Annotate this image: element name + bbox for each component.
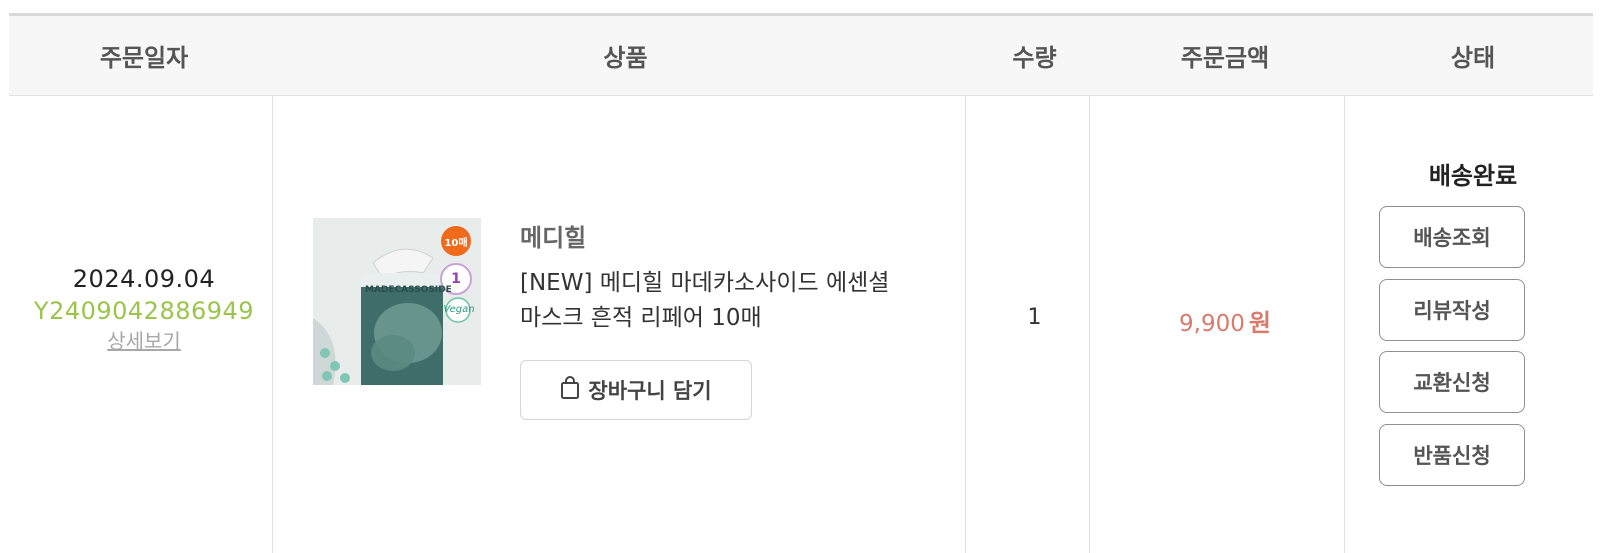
product-brand: 메디힐 bbox=[520, 224, 587, 252]
order-number: Y2409042886949 bbox=[33, 297, 255, 325]
quantity-value: 1 bbox=[1027, 305, 1042, 330]
header-quantity: 수량 bbox=[1012, 44, 1057, 72]
order-detail-link[interactable]: 상세보기 bbox=[9, 328, 279, 354]
product-badge-vegan: Vegan bbox=[443, 304, 475, 315]
write-review-button[interactable]: 리뷰작성 bbox=[1379, 279, 1525, 341]
track-delivery-button[interactable]: 배송조회 bbox=[1379, 206, 1525, 268]
product-name-line1: [NEW] 메디힐 마데카소사이드 에센셜 bbox=[520, 270, 890, 296]
product-name-line2: 마스크 흔적 리페어 10매 bbox=[520, 305, 762, 331]
column-divider bbox=[965, 96, 966, 553]
request-return-button[interactable]: 반품신청 bbox=[1379, 424, 1525, 486]
product-badge-count: 10매 bbox=[444, 238, 468, 249]
header-status: 상태 bbox=[1450, 44, 1496, 72]
request-exchange-button[interactable]: 교환신청 bbox=[1379, 351, 1525, 413]
header-order-amount: 주문금액 bbox=[1180, 44, 1270, 72]
product-image-label: MADECASSOSIDE bbox=[365, 285, 452, 295]
header-order-date: 주문일자 bbox=[99, 44, 189, 72]
header-product: 상품 bbox=[603, 44, 648, 72]
product-cell: MADECASSOSIDE 10매 1 Vegan 메디힐 [NEW] 메디힐 … bbox=[272, 96, 965, 553]
order-table: 주문일자 상품 수량 주문금액 상태 2024.09.04 Y240904288… bbox=[9, 13, 1593, 553]
shopping-bag-icon bbox=[560, 375, 580, 405]
product-name[interactable]: [NEW] 메디힐 마데카소사이드 에센셜 마스크 흔적 리페어 10매 bbox=[520, 266, 940, 336]
order-date: 2024.09.04 bbox=[72, 265, 216, 293]
product-thumbnail[interactable]: MADECASSOSIDE 10매 1 Vegan bbox=[313, 218, 481, 385]
product-badge-rank: 1 bbox=[451, 271, 461, 287]
amount-value: 9,900 bbox=[1179, 311, 1245, 337]
amount-unit: 원 bbox=[1248, 309, 1271, 337]
order-date-cell: 2024.09.04 Y2409042886949 상세보기 bbox=[9, 264, 279, 354]
table-header: 주문일자 상품 수량 주문금액 상태 bbox=[9, 16, 1593, 96]
order-status: 배송완료 bbox=[1428, 162, 1518, 190]
table-row: 2024.09.04 Y2409042886949 상세보기 MADECASSO… bbox=[9, 96, 1593, 553]
order-amount: 9,900 원 bbox=[1097, 303, 1353, 338]
add-to-cart-button[interactable]: 장바구니 담기 bbox=[520, 360, 752, 420]
add-to-cart-label: 장바구니 담기 bbox=[588, 379, 712, 403]
